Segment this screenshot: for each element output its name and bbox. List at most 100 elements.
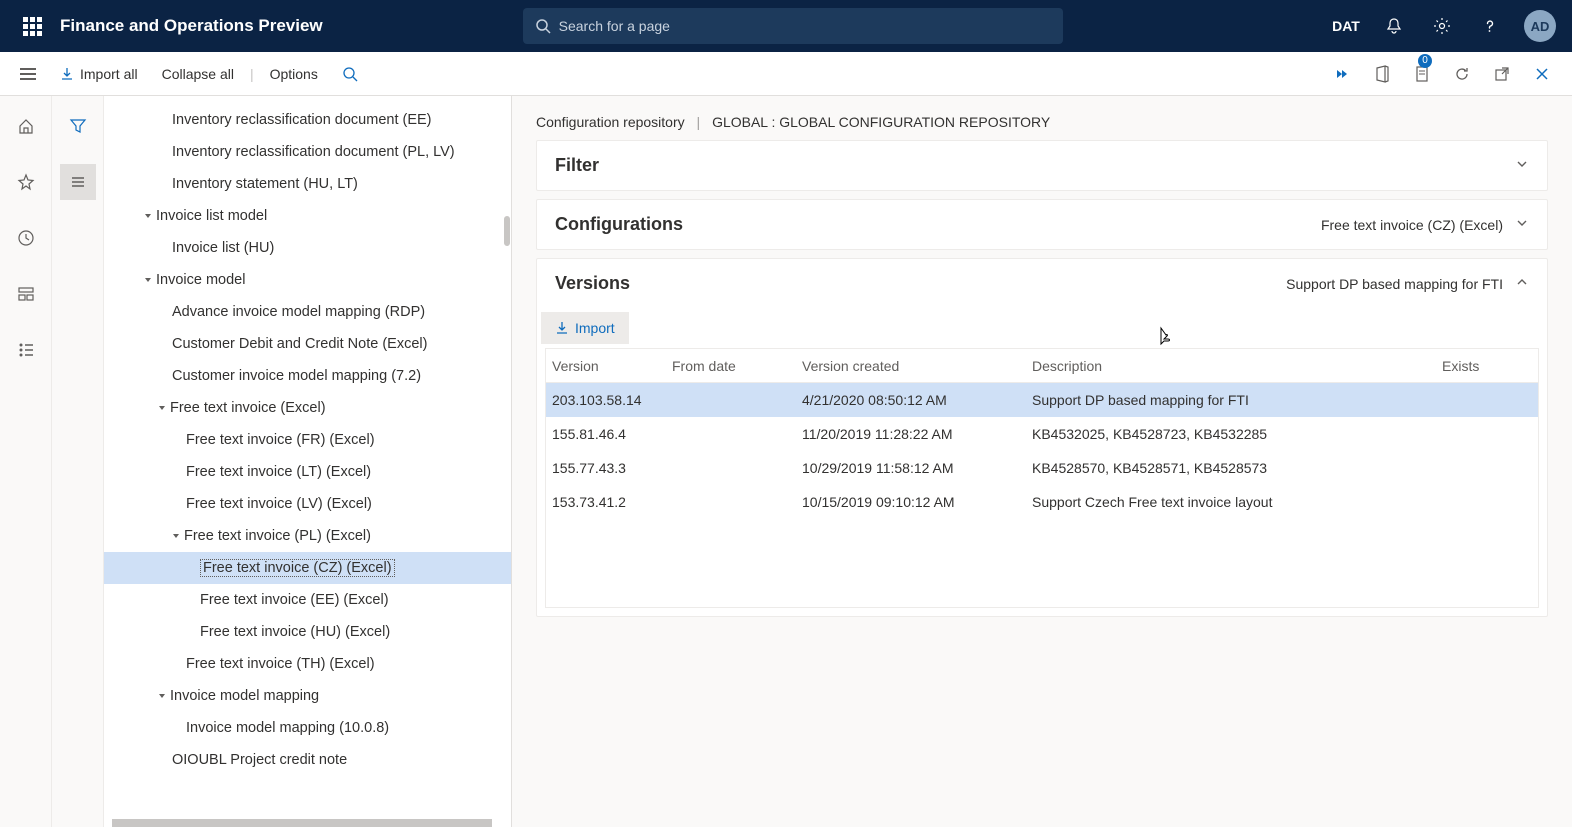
tree-item[interactable]: Inventory reclassification document (PL,… xyxy=(104,136,511,168)
collapse-all-button[interactable]: Collapse all xyxy=(150,52,246,96)
tree-item[interactable]: Free text invoice (HU) (Excel) xyxy=(104,616,511,648)
workspaces-button[interactable] xyxy=(8,276,44,312)
cell-created: 10/15/2019 09:10:12 AM xyxy=(802,494,1032,510)
user-avatar[interactable]: AD xyxy=(1524,10,1556,42)
cell-version: 155.81.46.4 xyxy=(552,426,672,442)
notifications-button[interactable] xyxy=(1372,0,1416,52)
cell-desc: KB4528570, KB4528571, KB4528573 xyxy=(1032,460,1442,476)
company-picker[interactable]: DAT xyxy=(1324,0,1368,52)
col-exists[interactable]: Exists xyxy=(1442,358,1532,374)
tree-item-label: Invoice model mapping (10.0.8) xyxy=(186,720,389,736)
clock-icon xyxy=(17,229,35,247)
cell-version: 155.77.43.3 xyxy=(552,460,672,476)
workspace-icon xyxy=(17,285,35,303)
settings-button[interactable] xyxy=(1420,0,1464,52)
breadcrumb: Configuration repository | GLOBAL : GLOB… xyxy=(536,96,1548,140)
chevron-down-icon xyxy=(1515,157,1529,174)
gear-icon xyxy=(1433,17,1451,35)
cell-created: 11/20/2019 11:28:22 AM xyxy=(802,426,1032,442)
messages-button[interactable]: 0 xyxy=(1408,60,1436,88)
tree-hscroll[interactable] xyxy=(104,819,511,827)
versions-header[interactable]: Versions Support DP based mapping for FT… xyxy=(537,259,1547,308)
tree-item[interactable]: Customer Debit and Credit Note (Excel) xyxy=(104,328,511,360)
tree-item[interactable]: Free text invoice (EE) (Excel) xyxy=(104,584,511,616)
grid-header: Version From date Version created Descri… xyxy=(546,349,1538,383)
refresh-button[interactable] xyxy=(1448,60,1476,88)
tree-item[interactable]: Free text invoice (Excel) xyxy=(104,392,511,424)
list-icon xyxy=(69,173,87,191)
caret-icon[interactable] xyxy=(154,403,170,413)
help-icon xyxy=(1481,17,1499,35)
tree-item[interactable]: Advance invoice model mapping (RDP) xyxy=(104,296,511,328)
recent-button[interactable] xyxy=(8,220,44,256)
app-title: Finance and Operations Preview xyxy=(60,16,323,36)
popout-button[interactable] xyxy=(1488,60,1516,88)
table-row[interactable]: 155.77.43.3 10/29/2019 11:58:12 AMKB45285… xyxy=(546,451,1538,485)
table-row[interactable]: 203.103.58.144/21/2020 08:50:12 AMSuppor… xyxy=(546,383,1538,417)
tree-item[interactable]: Invoice list model xyxy=(104,200,511,232)
tree-pane[interactable]: Inventory reclassification document (EE)… xyxy=(104,96,512,827)
tree-item[interactable]: Invoice model xyxy=(104,264,511,296)
tree-item[interactable]: Invoice list (HU) xyxy=(104,232,511,264)
app-launcher[interactable] xyxy=(8,17,56,36)
col-desc[interactable]: Description xyxy=(1032,358,1442,374)
cell-created: 10/29/2019 11:58:12 AM xyxy=(802,460,1032,476)
search-icon xyxy=(342,66,358,82)
filter-header[interactable]: Filter xyxy=(537,141,1547,190)
tree-item[interactable]: Inventory reclassification document (EE) xyxy=(104,104,511,136)
cell-version: 203.103.58.14 xyxy=(552,392,672,408)
nav-toggle[interactable] xyxy=(8,68,48,80)
home-button[interactable] xyxy=(8,108,44,144)
configurations-header[interactable]: Configurations Free text invoice (CZ) (E… xyxy=(537,200,1547,249)
tree-item[interactable]: Free text invoice (FR) (Excel) xyxy=(104,424,511,456)
tree-item[interactable]: Inventory statement (HU, LT) xyxy=(104,168,511,200)
tree-item[interactable]: Invoice model mapping xyxy=(104,680,511,712)
options-button[interactable]: Options xyxy=(258,52,330,96)
cell-created: 4/21/2020 08:50:12 AM xyxy=(802,392,1032,408)
caret-icon[interactable] xyxy=(154,691,170,701)
search-icon xyxy=(535,18,551,34)
waffle-icon xyxy=(23,17,42,36)
filter-button[interactable] xyxy=(60,108,96,144)
help-button[interactable] xyxy=(1468,0,1512,52)
star-icon xyxy=(17,173,35,191)
col-from[interactable]: From date xyxy=(672,358,802,374)
filter-rail xyxy=(52,96,104,827)
tree-item[interactable]: Free text invoice (LT) (Excel) xyxy=(104,456,511,488)
connector-button[interactable] xyxy=(1328,60,1356,88)
close-button[interactable] xyxy=(1528,60,1556,88)
caret-icon[interactable] xyxy=(168,531,184,541)
tree-item-label: Inventory statement (HU, LT) xyxy=(172,176,358,192)
breadcrumb-item[interactable]: Configuration repository xyxy=(536,114,685,130)
cell-desc: Support Czech Free text invoice layout xyxy=(1032,494,1442,510)
office-button[interactable] xyxy=(1368,60,1396,88)
col-version[interactable]: Version xyxy=(552,358,672,374)
col-created[interactable]: Version created xyxy=(802,358,1032,374)
tree-item-label: Invoice model xyxy=(156,272,245,288)
tree-item[interactable]: Customer invoice model mapping (7.2) xyxy=(104,360,511,392)
tree-item[interactable]: OIOUBL Project credit note xyxy=(104,744,511,776)
tree-item[interactable]: Free text invoice (PL) (Excel) xyxy=(104,520,511,552)
tree-item[interactable]: Free text invoice (LV) (Excel) xyxy=(104,488,511,520)
caret-icon[interactable] xyxy=(140,211,156,221)
search-input[interactable]: Search for a page xyxy=(523,8,1063,44)
table-row[interactable]: 155.81.46.411/20/2019 11:28:22 AMKB45320… xyxy=(546,417,1538,451)
tree-item-label: OIOUBL Project credit note xyxy=(172,752,347,768)
tree-scrollbar[interactable] xyxy=(504,216,510,246)
tree-item-label: Advance invoice model mapping (RDP) xyxy=(172,304,425,320)
download-icon xyxy=(555,321,569,335)
tree-item[interactable]: Free text invoice (CZ) (Excel) xyxy=(104,552,511,584)
import-button[interactable]: Import xyxy=(541,312,629,344)
tree-item[interactable]: Free text invoice (TH) (Excel) xyxy=(104,648,511,680)
favorites-button[interactable] xyxy=(8,164,44,200)
list-button[interactable] xyxy=(60,164,96,200)
top-bar: Finance and Operations Preview Search fo… xyxy=(0,0,1572,52)
import-all-button[interactable]: Import all xyxy=(48,52,150,96)
modules-button[interactable] xyxy=(8,332,44,368)
caret-icon[interactable] xyxy=(140,275,156,285)
tree-item[interactable]: Invoice model mapping (10.0.8) xyxy=(104,712,511,744)
table-row[interactable]: 153.73.41.210/15/2019 09:10:12 AMSupport… xyxy=(546,485,1538,519)
find-button[interactable] xyxy=(330,52,376,96)
refresh-icon xyxy=(1454,66,1470,82)
connector-icon xyxy=(1333,65,1351,83)
